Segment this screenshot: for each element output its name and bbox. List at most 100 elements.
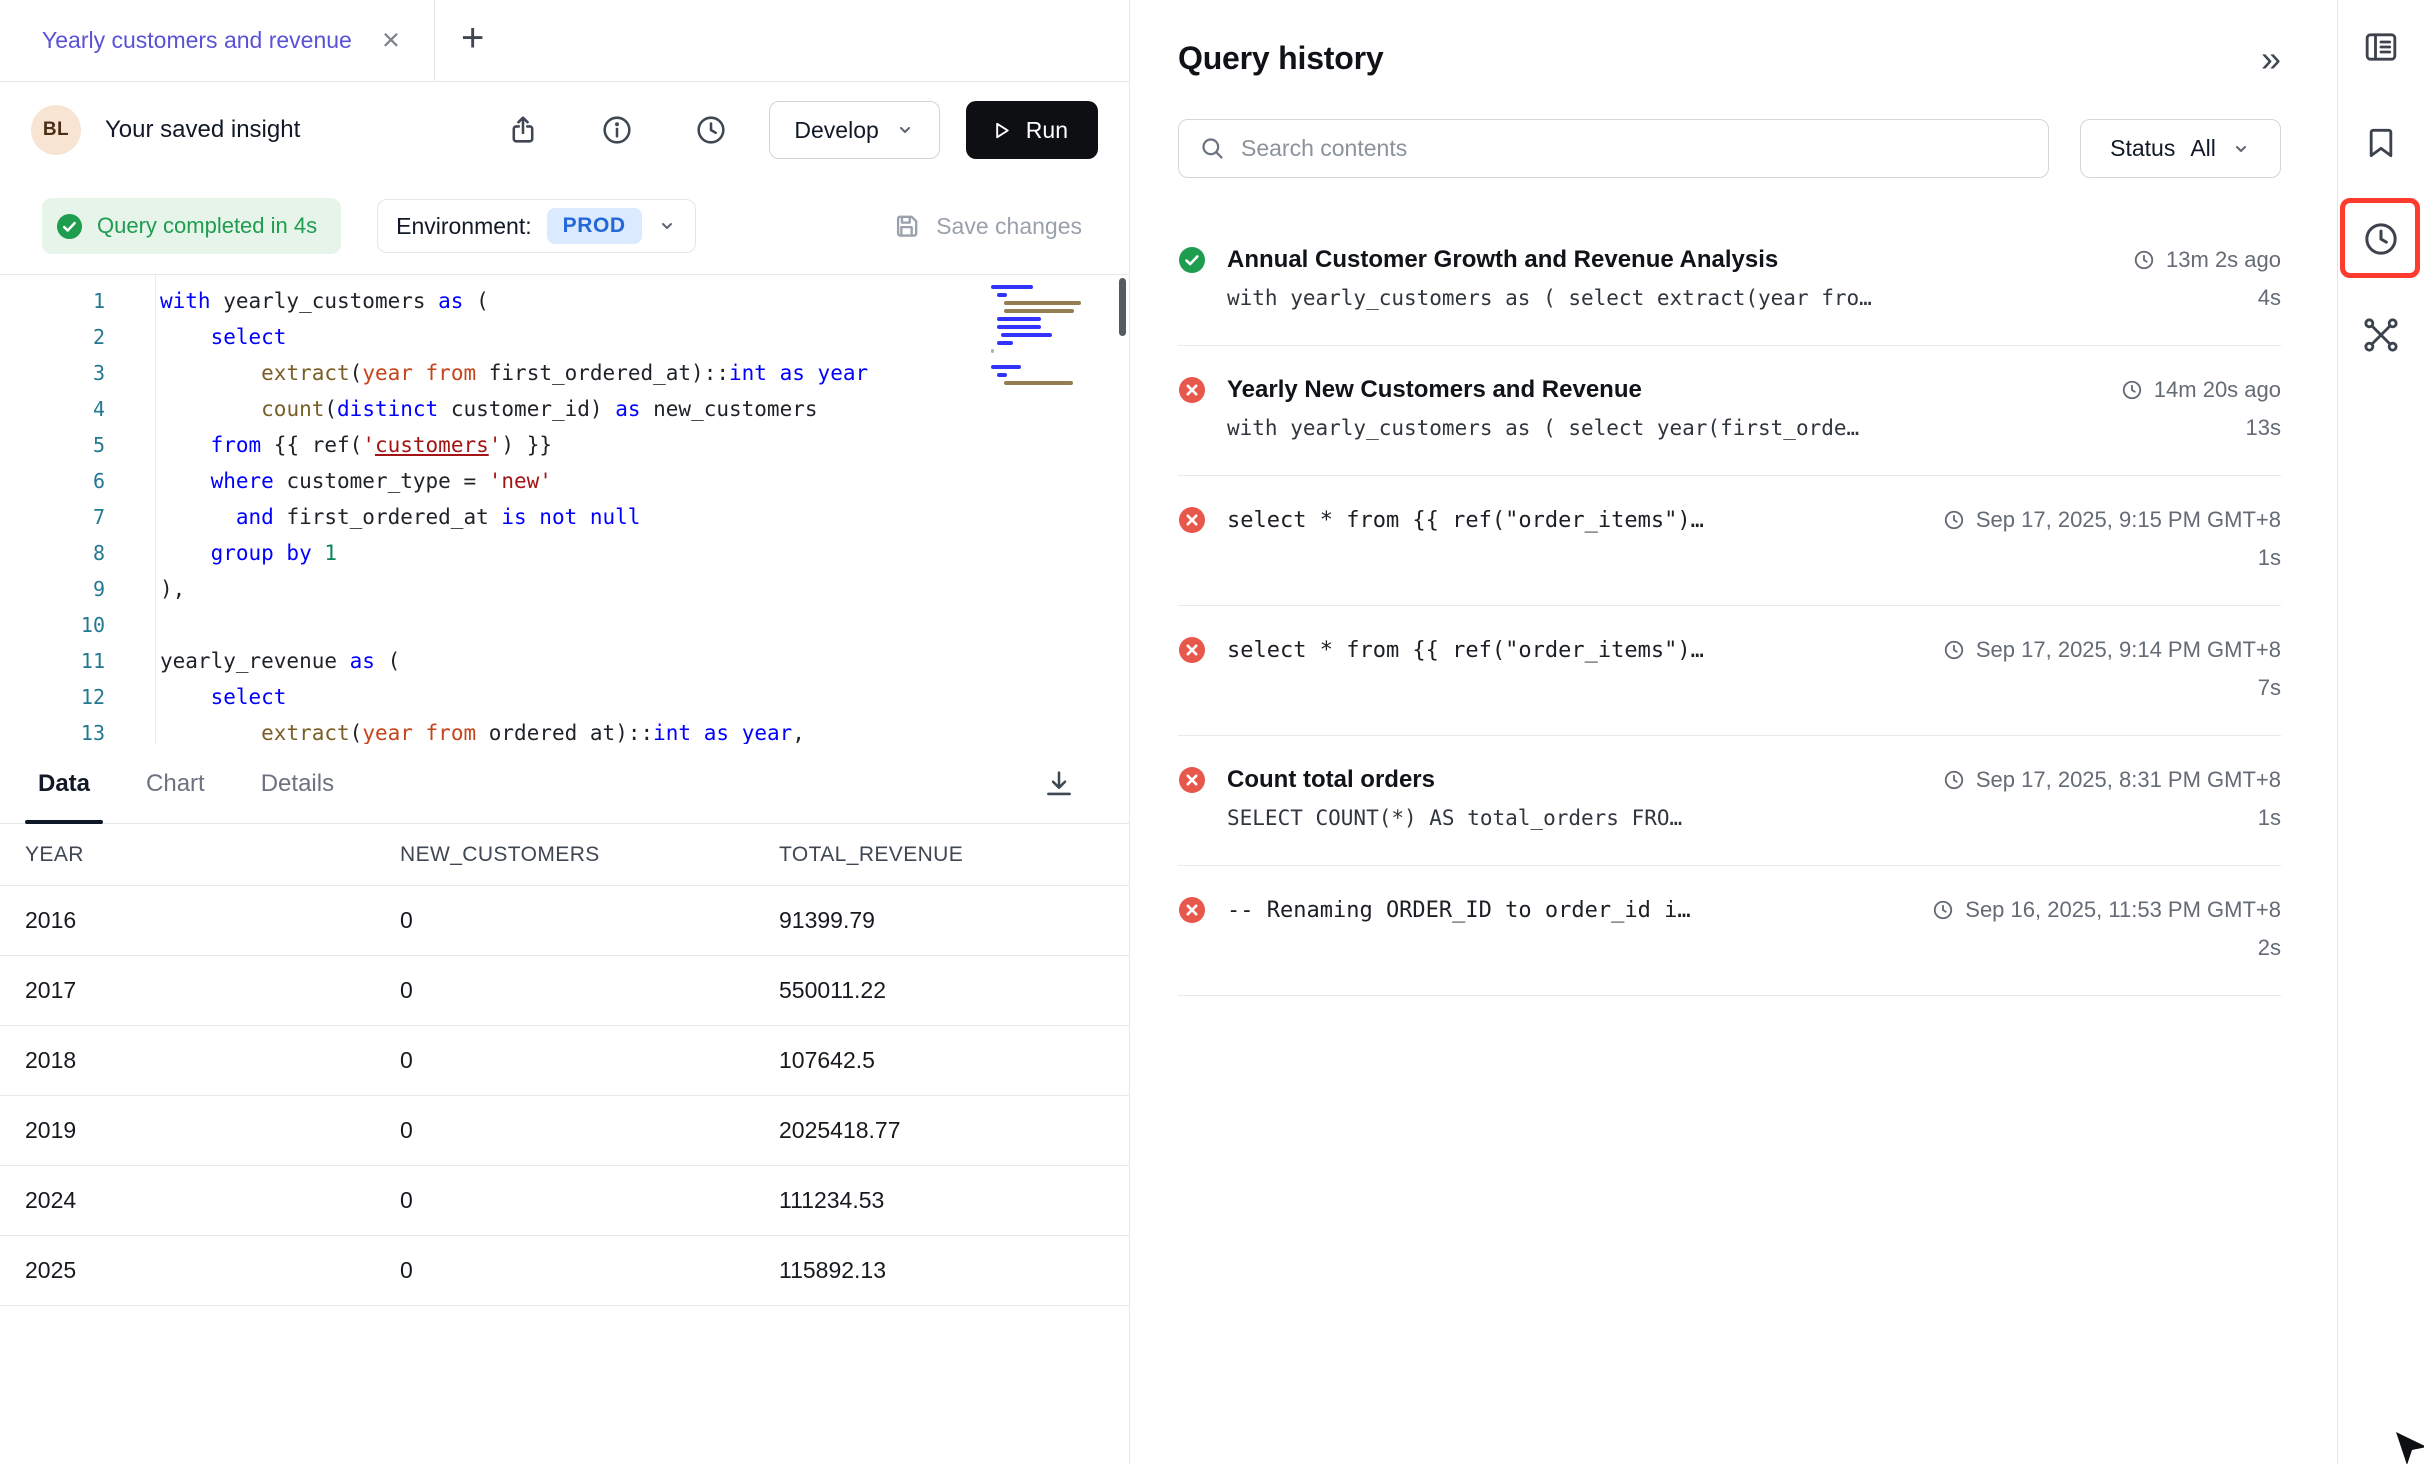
history-item[interactable]: Yearly New Customers and Revenue14m 20s … — [1178, 346, 2281, 476]
status-filter-dropdown[interactable]: Status All — [2080, 119, 2281, 178]
table-cell: 0 — [400, 1047, 779, 1074]
line-number: 7 — [0, 499, 155, 535]
success-check-icon — [56, 213, 83, 240]
table-row[interactable]: 20240111234.53 — [0, 1166, 1129, 1236]
outline-panel-button[interactable] — [2359, 25, 2403, 69]
results-body: 2016091399.7920170550011.2220180107642.5… — [0, 886, 1129, 1306]
history-item-duration: 1s — [2258, 545, 2281, 571]
save-changes-label: Save changes — [936, 213, 1082, 240]
history-item-time: Sep 16, 2025, 11:53 PM GMT+8 — [1932, 897, 2281, 923]
history-item-time: Sep 17, 2025, 9:15 PM GMT+8 — [1943, 507, 2281, 533]
environment-label: Environment: — [396, 213, 532, 240]
code-line: with yearly_customers as ( — [160, 283, 1129, 319]
history-item[interactable]: Annual Customer Growth and Revenue Analy… — [1178, 224, 2281, 346]
environment-selector[interactable]: Environment: PROD — [377, 199, 696, 253]
results-tab-chart[interactable]: Chart — [133, 744, 218, 823]
search-icon — [1199, 135, 1226, 162]
table-cell: 2017 — [25, 977, 400, 1004]
table-row[interactable]: 20180107642.5 — [0, 1026, 1129, 1096]
code-line: extract(year from ordered_at)::int as ye… — [160, 715, 1129, 744]
editor-gutter: 12345678910111213 — [0, 275, 155, 744]
results-tab-data[interactable]: Data — [25, 744, 103, 823]
results-tab-details[interactable]: Details — [248, 744, 347, 823]
table-cell: 2016 — [25, 907, 400, 934]
line-number: 8 — [0, 535, 155, 571]
status-filter-value: All — [2190, 135, 2216, 162]
history-item-duration: 13s — [2246, 415, 2281, 441]
version-history-button[interactable] — [683, 102, 739, 158]
table-row[interactable]: 20250115892.13 — [0, 1236, 1129, 1306]
history-item-query: with yearly_customers as ( select year(f… — [1227, 416, 2246, 440]
history-item-title: -- Renaming ORDER_ID to order_id i… — [1227, 898, 1911, 923]
environment-value-badge: PROD — [547, 208, 642, 244]
clock-icon — [1943, 509, 1965, 531]
status-row: Query completed in 4s Environment: PROD … — [0, 178, 1129, 274]
editor-code[interactable]: with yearly_customers as ( select extrac… — [155, 275, 1129, 744]
develop-button[interactable]: Develop — [769, 101, 939, 159]
line-number: 3 — [0, 355, 155, 391]
query-history-button[interactable] — [2359, 217, 2403, 261]
avatar: BL — [31, 105, 81, 155]
table-row[interactable]: 20170550011.22 — [0, 956, 1129, 1026]
new-tab-button[interactable]: + — [435, 0, 484, 81]
table-cell: 2025 — [25, 1257, 400, 1284]
bookmark-button[interactable] — [2359, 121, 2403, 165]
editor-scrollbar[interactable] — [1119, 278, 1126, 336]
search-input[interactable] — [1241, 135, 2028, 162]
table-cell: 91399.79 — [779, 907, 1129, 934]
history-item-duration: 7s — [2258, 675, 2281, 701]
editor-minimap[interactable] — [991, 285, 1083, 385]
tab-yearly-customers-and-revenue[interactable]: Yearly customers and revenue × — [0, 0, 435, 81]
outline-list-icon — [2361, 27, 2401, 67]
table-cell: 107642.5 — [779, 1047, 1129, 1074]
table-cell: 0 — [400, 1187, 779, 1214]
run-button[interactable]: Run — [966, 101, 1098, 159]
save-changes-button[interactable]: Save changes — [891, 211, 1082, 242]
play-icon — [990, 118, 1013, 143]
table-row[interactable]: 2016091399.79 — [0, 886, 1129, 956]
query-status-badge: Query completed in 4s — [42, 198, 341, 254]
history-item-title: select * from {{ ref("order_items")… — [1227, 638, 1922, 663]
status-filter-label: Status — [2110, 135, 2175, 162]
download-results-button[interactable] — [1033, 758, 1085, 810]
history-item-duration: 2s — [2258, 935, 2281, 961]
history-item-title: Annual Customer Growth and Revenue Analy… — [1227, 246, 2112, 274]
history-item[interactable]: select * from {{ ref("order_items")…Sep … — [1178, 606, 2281, 736]
sql-editor[interactable]: 12345678910111213 with yearly_customers … — [0, 274, 1129, 744]
table-cell: 115892.13 — [779, 1257, 1129, 1284]
status-error-icon — [1178, 766, 1206, 794]
table-row[interactable]: 201902025418.77 — [0, 1096, 1129, 1166]
results-table: YEARNEW_CUSTOMERSTOTAL_REVENUE 201609139… — [0, 824, 1129, 1306]
tab-label: Yearly customers and revenue — [42, 27, 352, 54]
status-error-icon — [1178, 896, 1206, 924]
results-header-row: YEARNEW_CUSTOMERSTOTAL_REVENUE — [0, 824, 1129, 886]
mouse-cursor — [2390, 1428, 2424, 1464]
develop-label: Develop — [794, 117, 878, 144]
history-clock-icon — [694, 113, 728, 147]
history-item-query: with yearly_customers as ( select extrac… — [1227, 286, 2258, 310]
info-icon — [600, 113, 634, 147]
search-box[interactable] — [1178, 119, 2049, 178]
history-item[interactable]: select * from {{ ref("order_items")…Sep … — [1178, 476, 2281, 606]
lineage-icon — [2361, 315, 2401, 355]
table-cell: 0 — [400, 1257, 779, 1284]
page-title: Your saved insight — [105, 116, 300, 144]
column-header: NEW_CUSTOMERS — [400, 843, 779, 867]
save-icon — [891, 211, 922, 242]
history-item[interactable]: Count total ordersSep 17, 2025, 8:31 PM … — [1178, 736, 2281, 866]
column-header: TOTAL_REVENUE — [779, 843, 1129, 867]
table-cell: 0 — [400, 1117, 779, 1144]
clock-icon — [1943, 769, 1965, 791]
app-root: Yearly customers and revenue × + BL Your… — [0, 0, 2424, 1464]
collapse-panel-button[interactable]: » — [2261, 41, 2281, 77]
code-line: where customer_type = 'new' — [160, 463, 1129, 499]
info-button[interactable] — [589, 102, 645, 158]
share-button[interactable] — [495, 102, 551, 158]
chevron-down-icon — [657, 216, 677, 236]
history-item[interactable]: -- Renaming ORDER_ID to order_id i… Sep 1… — [1178, 866, 2281, 996]
lineage-button[interactable] — [2359, 313, 2403, 357]
line-number: 12 — [0, 679, 155, 715]
table-cell: 2019 — [25, 1117, 400, 1144]
close-tab-icon[interactable]: × — [382, 24, 400, 55]
line-number: 9 — [0, 571, 155, 607]
